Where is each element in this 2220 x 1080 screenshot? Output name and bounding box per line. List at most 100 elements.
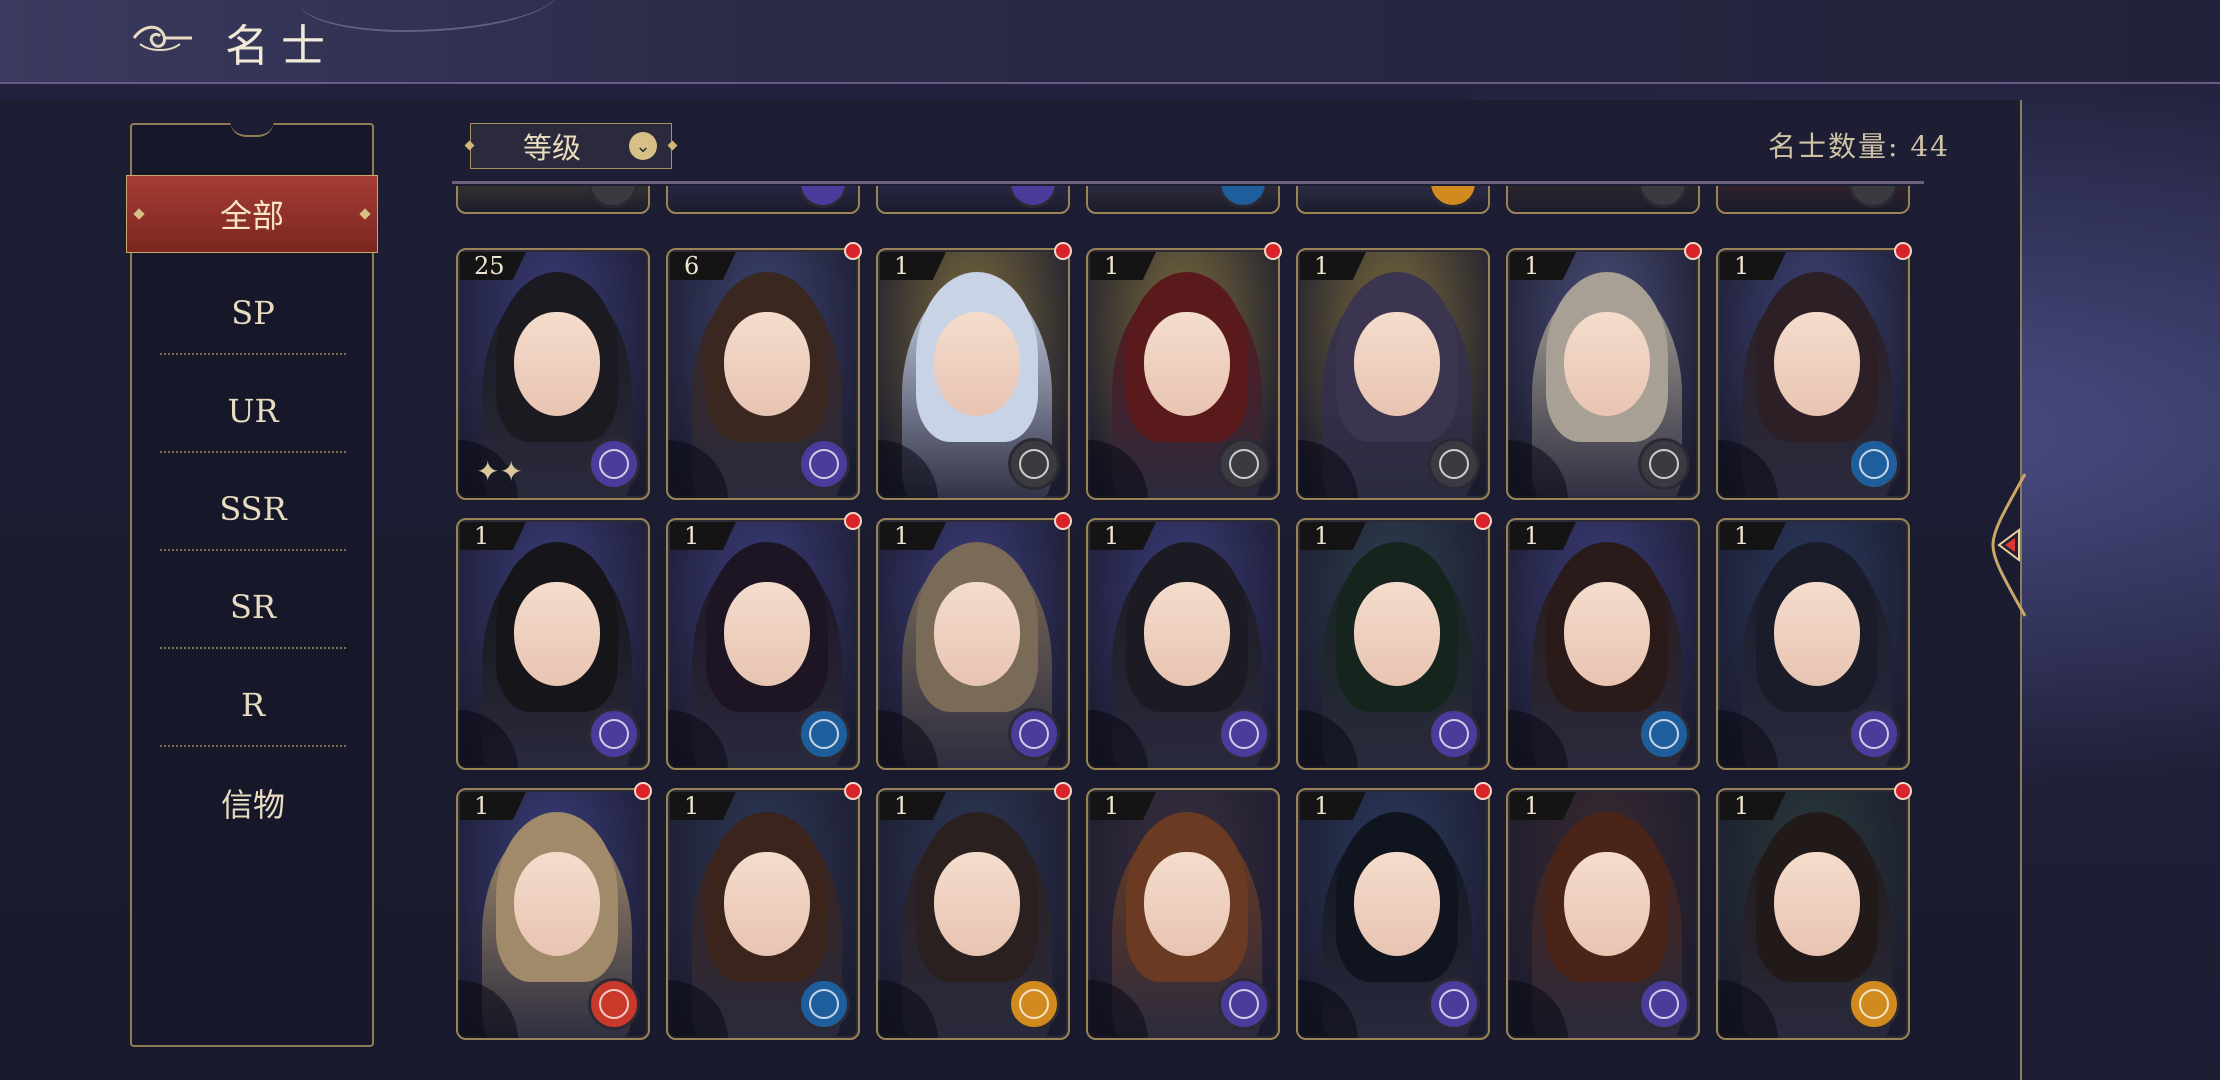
faction-icon [588,978,640,1030]
chevron-down-icon: ⌄ [629,132,657,160]
back-swirl-icon[interactable] [130,18,196,58]
sidebar-item-sp[interactable]: SP [160,273,346,355]
hero-portrait [514,582,600,686]
hero-card[interactable]: 1 [876,248,1070,500]
faction-icon [1428,186,1478,208]
notification-dot [1474,512,1492,530]
level-badge: 1 [460,792,526,820]
hero-card[interactable]: 1 [1086,788,1280,1040]
faction-emblem [1649,449,1679,479]
faction-icon [1428,438,1480,490]
hero-card[interactable]: 1 [456,518,650,770]
rarity-sidebar: 全部 SP UR SSR SR R 信物 [126,121,378,1047]
level-badge: 1 [1720,522,1786,550]
faction-emblem [809,989,839,1019]
level-badge: 1 [1090,252,1156,280]
hero-portrait [514,852,600,956]
hero-portrait [1564,582,1650,686]
faction-icon [798,186,848,208]
notification-dot [844,512,862,530]
sidebar-item-sr[interactable]: SR [160,567,346,649]
notification-dot [1054,782,1072,800]
level-badge: 1 [1510,522,1576,550]
hero-card[interactable]: 1 [1296,518,1490,770]
sidebar-item-ssr[interactable]: SSR [160,469,346,551]
faction-icon [1638,186,1688,208]
hero-portrait [1774,312,1860,416]
faction-icon [1638,438,1690,490]
hero-card-partial[interactable] [456,186,650,214]
faction-emblem [1229,719,1259,749]
level-badge: 1 [1720,792,1786,820]
faction-icon [1008,186,1058,208]
faction-emblem [1229,449,1259,479]
faction-emblem [1019,989,1049,1019]
level-badge: 1 [1090,792,1156,820]
level-badge: 1 [670,792,736,820]
hero-card[interactable]: ✦✦ 25 [456,248,650,500]
hero-card-partial[interactable] [1716,186,1910,214]
level-badge: 1 [1090,522,1156,550]
hero-card-partial[interactable] [1086,186,1280,214]
header-bar: 名士 [0,0,2220,84]
hero-card[interactable]: 1 [1506,248,1700,500]
level-badge: 1 [1300,792,1366,820]
faction-icon [1638,978,1690,1030]
faction-icon [1008,708,1060,760]
faction-icon [798,978,850,1030]
faction-icon [1218,438,1270,490]
faction-icon [588,708,640,760]
hero-card[interactable]: 1 [666,518,860,770]
hero-card[interactable]: 1 [456,788,650,1040]
hero-card[interactable]: 1 [1716,248,1910,500]
sidebar-item-all[interactable]: 全部 [126,175,378,253]
hero-portrait [934,582,1020,686]
hero-card[interactable]: 1 [1506,788,1700,1040]
hero-portrait [934,312,1020,416]
faction-emblem [599,719,629,749]
hero-card[interactable]: 6 [666,248,860,500]
level-badge: 6 [670,252,736,280]
notification-dot [634,782,652,800]
level-badge: 1 [1510,252,1576,280]
notification-dot [1264,242,1282,260]
sidebar-item-token[interactable]: 信物 [160,763,346,843]
faction-emblem [1439,449,1469,479]
faction-icon [588,438,640,490]
notification-dot [1684,242,1702,260]
faction-emblem [1859,989,1889,1019]
faction-emblem [1859,449,1889,479]
hero-portrait [1354,312,1440,416]
sidebar-item-r[interactable]: R [160,665,346,747]
hero-card[interactable]: 1 [1086,518,1280,770]
hero-card[interactable]: 1 [1506,518,1700,770]
hero-card[interactable]: 1 [1086,248,1280,500]
hero-card[interactable]: 1 [1296,788,1490,1040]
hero-portrait [1774,852,1860,956]
hero-card-partial[interactable] [1296,186,1490,214]
hero-card-partial[interactable] [1506,186,1700,214]
notification-dot [844,242,862,260]
hero-portrait [724,852,810,956]
hero-portrait [1564,312,1650,416]
page-title: 名士 [225,21,337,72]
hero-card[interactable]: 1 [876,518,1070,770]
hero-card[interactable]: 1 [1296,248,1490,500]
sidebar-item-ur[interactable]: UR [160,371,346,453]
hero-card-partial[interactable] [666,186,860,214]
faction-icon [1848,438,1900,490]
faction-emblem [599,989,629,1019]
hero-card[interactable]: 1 [1716,788,1910,1040]
level-badge: 1 [670,522,736,550]
hero-card[interactable]: 1 [876,788,1070,1040]
level-badge: 1 [880,522,946,550]
collapse-arrow-icon[interactable] [1985,470,2033,620]
hero-card[interactable]: 1 [666,788,860,1040]
faction-emblem [599,449,629,479]
hero-portrait [724,312,810,416]
faction-icon [1218,186,1268,208]
hero-card-partial[interactable] [876,186,1070,214]
sort-dropdown[interactable]: 等级 ⌄ [470,123,672,169]
hero-card[interactable]: 1 [1716,518,1910,770]
faction-icon [1008,978,1060,1030]
